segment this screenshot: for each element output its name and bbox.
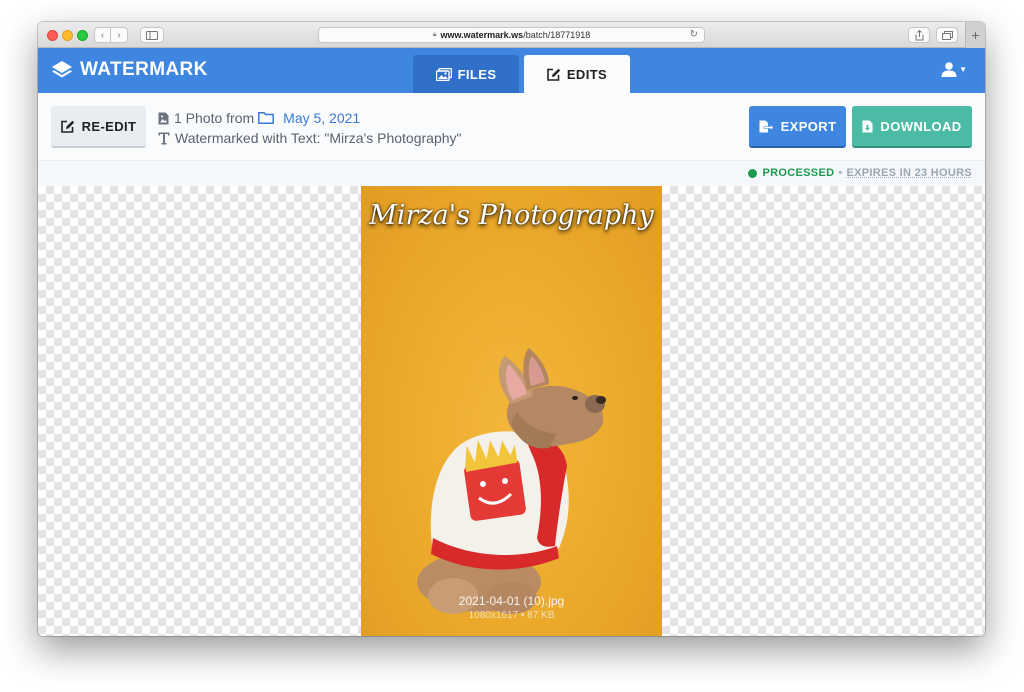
export-button[interactable]: EXPORT (749, 106, 846, 148)
brand-name: WATERMARK (80, 59, 208, 80)
caret-down-icon: ▼ (959, 65, 967, 74)
photo-count-text: 1 Photo from (174, 110, 255, 126)
folder-icon (258, 112, 275, 124)
tab-files[interactable]: FILES (413, 55, 519, 93)
fullscreen-window-button[interactable] (77, 30, 88, 41)
layers-logo-icon (52, 61, 72, 78)
images-icon (435, 67, 452, 81)
download-button[interactable]: DOWNLOAD (852, 106, 972, 148)
browser-toolbar: ‹ › 🔒︎ www.watermark.ws/batch/18771918 ↻… (38, 22, 985, 48)
status-processed: PROCESSED (762, 167, 835, 179)
url-path: /batch/18771918 (523, 30, 591, 40)
tab-files-label: FILES (457, 66, 497, 82)
image-caption: 2021-04-01 (10).jpg 1080x1617 • 87 KB (361, 594, 662, 621)
user-icon (941, 62, 957, 77)
re-edit-label: RE-EDIT (81, 118, 137, 134)
status-separator: • (838, 167, 843, 179)
watermark-overlay-text: Mirza's Photography (369, 200, 654, 231)
sidebar-toggle-button[interactable] (140, 27, 164, 43)
batch-info: 1 Photo from May 5, 2021 Watermarked wit… (158, 108, 462, 148)
status-expires[interactable]: EXPIRES IN 23 HOURS (846, 167, 972, 179)
minimize-window-button[interactable] (62, 30, 73, 41)
status-bar: PROCESSED • EXPIRES IN 23 HOURS (38, 161, 985, 186)
text-type-icon (158, 132, 170, 144)
share-button[interactable] (908, 27, 930, 43)
tab-edits-label: EDITS (566, 66, 608, 82)
back-button[interactable]: ‹ (94, 27, 111, 43)
forward-button[interactable]: › (111, 27, 128, 43)
app-header: WATERMARK FILES EDITS ▼ (38, 48, 985, 93)
dog-photo-image (417, 348, 606, 614)
re-edit-button[interactable]: RE-EDIT (51, 106, 146, 148)
edit-icon (547, 68, 561, 81)
reload-icon[interactable]: ↻ (690, 29, 698, 40)
user-menu[interactable]: ▼ (941, 62, 967, 77)
file-image-icon (158, 112, 169, 124)
tabs-icon (941, 30, 953, 40)
tab-edits[interactable]: EDITS (524, 55, 630, 93)
watermark-text-line: Watermarked with Text: "Mirza's Photogra… (158, 128, 462, 148)
photo-preview[interactable]: Mirza's Photography 2021-04-01 (10).jpg … (361, 186, 662, 636)
batch-toolbar: RE-EDIT 1 Photo from May 5, 2021 Waterma… (38, 93, 985, 161)
download-label: DOWNLOAD (880, 118, 962, 134)
chevron-left-icon: ‹ (100, 29, 105, 41)
export-label: EXPORT (780, 118, 837, 134)
batch-date-link[interactable]: May 5, 2021 (283, 110, 360, 126)
preview-canvas: Mirza's Photography 2021-04-01 (10).jpg … (38, 186, 985, 636)
sidebar-icon (146, 30, 158, 40)
lock-icon: 🔒︎ (432, 31, 437, 38)
chevron-right-icon: › (117, 29, 121, 41)
file-download-icon (862, 120, 873, 132)
new-tab-button[interactable]: + (965, 22, 985, 48)
status-dot-icon (747, 168, 757, 178)
image-filename: 2021-04-01 (10).jpg (458, 594, 565, 608)
photo-source-line: 1 Photo from May 5, 2021 (158, 108, 462, 128)
url-host: www.watermark.ws (440, 30, 524, 40)
brand-logo[interactable]: WATERMARK (51, 59, 208, 81)
image-meta: 1080x1617 • 87 KB (468, 610, 555, 621)
processing-status: PROCESSED • EXPIRES IN 23 HOURS (747, 167, 972, 179)
address-bar[interactable]: 🔒︎ www.watermark.ws/batch/18771918 ↻ (318, 27, 705, 43)
browser-window: ‹ › 🔒︎ www.watermark.ws/batch/18771918 ↻… (38, 22, 985, 636)
edit-icon (60, 120, 74, 133)
share-icon (915, 29, 923, 40)
watermark-description: Watermarked with Text: "Mirza's Photogra… (175, 130, 462, 146)
show-tabs-button[interactable] (936, 27, 958, 43)
file-export-icon (759, 120, 774, 132)
close-window-button[interactable] (47, 30, 58, 41)
